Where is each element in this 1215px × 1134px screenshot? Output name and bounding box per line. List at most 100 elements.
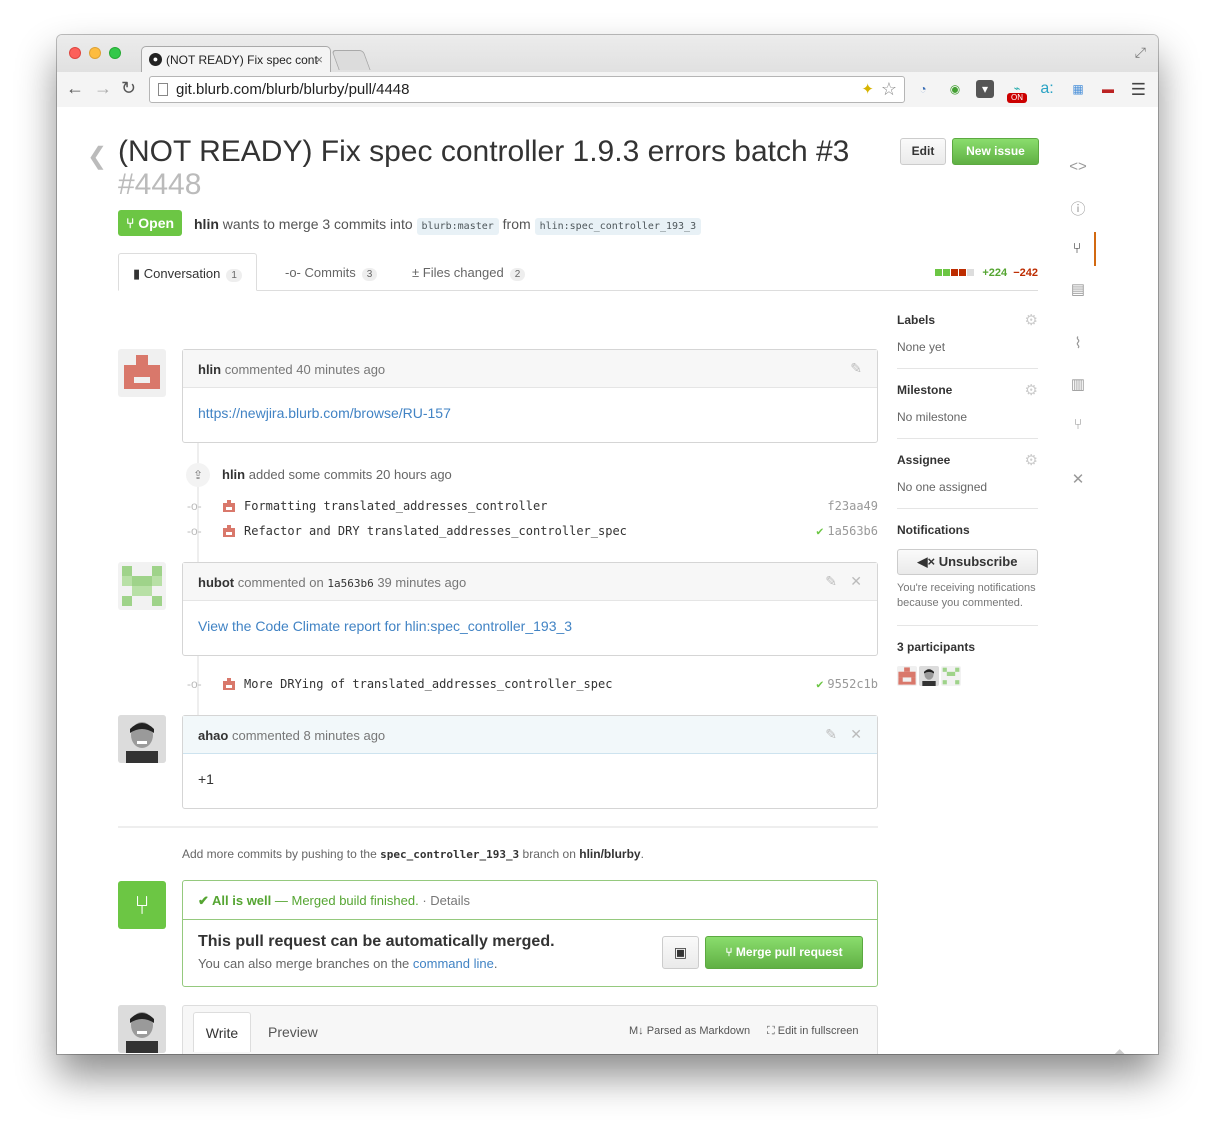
zoom-window-button[interactable]: [109, 47, 121, 59]
back-chevron-icon[interactable]: ❮: [87, 142, 107, 171]
calendar-extension-icon[interactable]: ▦: [1069, 80, 1087, 98]
pull-tabs: ▮ Conversation 1 -o- Commits 3 ± Files cha…: [118, 253, 1038, 291]
commit-message[interactable]: Refactor and DRY translated_addresses_co…: [244, 524, 627, 538]
milestone-section: Milestone ⚙ No milestone: [897, 381, 1038, 439]
browser-tab[interactable]: ● (NOT READY) Fix spec cont ×: [141, 46, 331, 72]
diffstat-block: [943, 269, 951, 276]
url-text: git.blurb.com/blurb/blurby/pull/4448: [176, 81, 410, 98]
commit-message[interactable]: More DRYing of translated_addresses_cont…: [244, 677, 612, 691]
commit-sha[interactable]: ✔ 9552c1b: [816, 677, 878, 691]
close-window-button[interactable]: [69, 47, 81, 59]
commit-message[interactable]: Formatting translated_addresses_controll…: [244, 499, 547, 513]
jira-link[interactable]: https://newjira.blurb.com/browse/RU-157: [198, 405, 451, 421]
participant-avatar[interactable]: [897, 666, 917, 686]
comment-meta: commented 8 minutes ago: [231, 728, 386, 743]
status-ok: ✔ All is well: [198, 893, 272, 908]
bookmark-star-icon[interactable]: ☆: [881, 79, 897, 100]
files-count: 2: [509, 268, 526, 281]
sofa-extension-icon[interactable]: ▬: [1099, 80, 1117, 98]
close-icon[interactable]: ✕: [850, 726, 862, 743]
avatar[interactable]: [118, 1005, 166, 1053]
forward-arrow-icon[interactable]: →: [94, 78, 112, 99]
network-icon[interactable]: ⑂: [1060, 416, 1096, 433]
participants-title: 3 participants: [897, 640, 976, 654]
commit-event: hlin added some commits 20 hours ago: [222, 467, 452, 482]
merge-button-label: Merge pull request: [735, 945, 843, 959]
commit-event-text: added some commits 20 hours ago: [248, 467, 452, 482]
pulse-icon[interactable]: ⌇: [1060, 334, 1096, 352]
comment-author[interactable]: hubot: [198, 575, 234, 590]
address-bar[interactable]: git.blurb.com/blurb/blurby/pull/4448 ✦ ☆: [149, 76, 905, 103]
gear-icon[interactable]: ⚙: [1025, 451, 1038, 469]
gear-icon[interactable]: ⚙: [1025, 381, 1038, 399]
amazon-extension-icon[interactable]: a:: [1038, 80, 1056, 98]
tab-title: (NOT READY) Fix spec cont: [166, 53, 318, 67]
code-climate-link[interactable]: View the Code Climate report for hlin:sp…: [198, 618, 572, 634]
merge-hint-repo[interactable]: hlin/blurby: [579, 847, 640, 861]
conversation-icon: ▮: [133, 266, 144, 281]
merge-hint: Add more commits by pushing to the spec_…: [182, 847, 644, 861]
commit-event-author[interactable]: hlin: [222, 467, 245, 482]
details-link[interactable]: · Details: [422, 893, 470, 908]
assignee-section: Assignee ⚙ No one assigned: [897, 451, 1038, 509]
tab-conversation[interactable]: ▮ Conversation 1: [118, 253, 257, 291]
unsubscribe-button[interactable]: ◀× Unsubscribe: [897, 549, 1038, 575]
new-issue-button[interactable]: New issue: [952, 138, 1039, 165]
avatar[interactable]: [118, 562, 166, 610]
merge-pull-request-button[interactable]: ⑂ Merge pull request: [705, 936, 863, 969]
state-label: Open: [138, 215, 175, 231]
ci-status-icon: ✔: [816, 524, 824, 538]
graphs-icon[interactable]: ▥: [1060, 375, 1096, 393]
tab-preview[interactable]: Preview: [268, 1024, 318, 1040]
comment-header: ahao commented 8 minutes ago ✎ ✕: [183, 716, 877, 754]
pocket-extension-icon[interactable]: ▾: [976, 80, 994, 98]
comment-time: 39 minutes ago: [377, 575, 467, 590]
commit-sha[interactable]: ✔ 1a563b6: [816, 524, 878, 538]
assignee-title: Assignee: [897, 453, 951, 467]
pencil-icon[interactable]: ✎: [825, 726, 837, 743]
tab-commits[interactable]: -o- Commits 3: [285, 253, 378, 291]
settings-tools-icon[interactable]: ✕: [1060, 470, 1096, 488]
extension-lightbulb-icon[interactable]: ✦: [861, 80, 874, 98]
pull-requests-icon[interactable]: ⑂: [1060, 232, 1096, 266]
back-arrow-icon[interactable]: ←: [66, 78, 84, 99]
avatar[interactable]: [118, 715, 166, 763]
participant-avatar[interactable]: [919, 666, 939, 686]
markdown-hint[interactable]: M↓ Parsed as Markdown: [629, 1025, 750, 1037]
author-link[interactable]: hlin: [194, 216, 219, 232]
timer-extension-icon[interactable]: ◉: [946, 80, 964, 98]
head-branch: hlin:spec_controller_193_3: [534, 218, 702, 235]
commits-count: 3: [361, 268, 378, 281]
commit-sha[interactable]: f23aa49: [823, 499, 878, 513]
comment-author[interactable]: ahao: [198, 728, 228, 743]
edit-button[interactable]: Edit: [900, 138, 946, 165]
minimize-window-button[interactable]: [89, 47, 101, 59]
code-icon[interactable]: <>: [1060, 158, 1096, 175]
pencil-icon[interactable]: ✎: [850, 360, 862, 377]
comment-commit-sha[interactable]: 1a563b6: [327, 577, 373, 590]
command-line-link[interactable]: command line: [413, 956, 494, 971]
commit-row: -o- More DRYing of translated_addresses_…: [187, 674, 878, 696]
base-branch: blurb:master: [416, 218, 499, 235]
pencil-icon[interactable]: ✎: [825, 573, 837, 590]
fullscreen-icon[interactable]: ⤢: [1135, 44, 1146, 61]
skype-extension-icon[interactable]: ◔: [914, 80, 932, 98]
tab-close-icon[interactable]: ×: [315, 52, 323, 67]
feedback-icon[interactable]: ◆: [1112, 1043, 1127, 1054]
tab-write[interactable]: Write: [193, 1012, 251, 1052]
close-icon[interactable]: ✕: [850, 573, 862, 590]
issues-icon[interactable]: ⓘ: [1060, 198, 1096, 219]
fullscreen-hint[interactable]: ⛶ Edit in fullscreen: [767, 1025, 858, 1038]
merge-hint-text: Add more commits by pushing to the: [182, 847, 377, 861]
gear-icon[interactable]: ⚙: [1025, 311, 1038, 329]
command-line-button[interactable]: ▣: [662, 936, 699, 969]
reload-icon[interactable]: ↻: [121, 78, 136, 99]
new-tab-button[interactable]: [331, 50, 371, 70]
wiki-icon[interactable]: ▤: [1060, 280, 1096, 298]
tab-files-changed[interactable]: ± Files changed 2: [412, 253, 526, 291]
participant-avatars: [897, 666, 1038, 686]
participant-avatar[interactable]: [941, 666, 961, 686]
avatar[interactable]: [118, 349, 166, 397]
menu-hamburger-icon[interactable]: ☰: [1131, 80, 1146, 100]
comment-author[interactable]: hlin: [198, 362, 221, 377]
